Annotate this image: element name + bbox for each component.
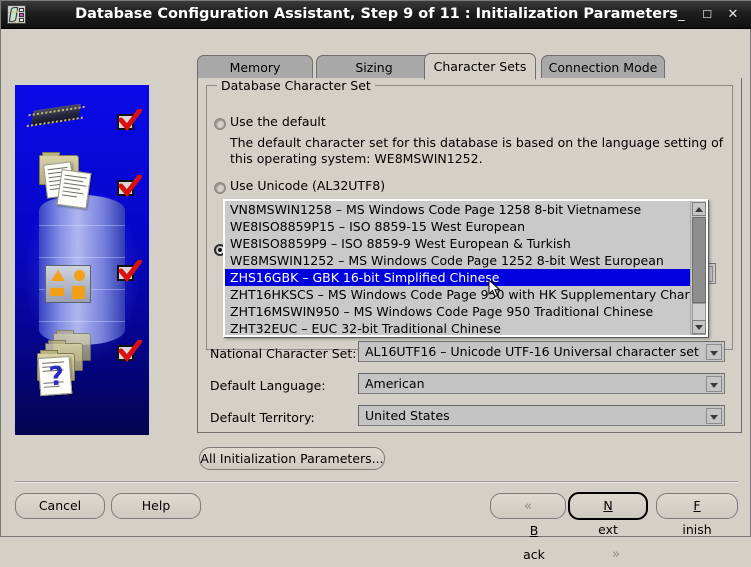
list-item[interactable]: WE8MSWIN1252 – MS Windows Code Page 1252… (225, 252, 690, 269)
document-question-icon: ? (37, 355, 73, 397)
finish-button-label: Finish (682, 498, 712, 537)
radio-label-use-default[interactable]: Use the default (230, 114, 326, 129)
list-item[interactable]: ZHT16HKSCS – MS Windows Code Page 950 wi… (225, 286, 690, 303)
wizard-illustration: ? (15, 85, 149, 435)
chevron-down-icon[interactable] (706, 376, 722, 392)
next-button[interactable]: Next » (568, 492, 648, 562)
default-language-combobox[interactable]: American (358, 373, 725, 394)
chevron-down-icon[interactable] (706, 344, 722, 360)
tab-sizing[interactable]: Sizing (316, 55, 432, 79)
step-checkmark (117, 109, 142, 132)
step-checkmark (117, 175, 142, 198)
document-icon (56, 169, 92, 209)
tab-character-sets[interactable]: Character Sets (424, 53, 536, 80)
list-item[interactable]: ZHT32EUC – EUC 32-bit Traditional Chines… (225, 320, 690, 335)
all-initialization-parameters-button[interactable]: All Initialization Parameters... (199, 447, 385, 470)
list-item-selected[interactable]: ZHS16GBK – GBK 16-bit Simplified Chinese (225, 269, 690, 286)
question-mark-glyph: ? (48, 361, 66, 393)
back-button-label: Back (523, 523, 545, 562)
dialog-window: Database Configuration Assistant, Step 9… (0, 0, 751, 562)
window-controls: _ ☐ ✕ (670, 1, 744, 28)
default-territory-combobox[interactable]: United States (358, 405, 725, 426)
group-title: Database Character Set (217, 78, 375, 93)
default-language-value: American (365, 376, 425, 391)
dropdown-scrollbar[interactable] (690, 201, 706, 335)
scroll-down-icon[interactable] (692, 320, 706, 334)
radio-use-default[interactable] (214, 118, 226, 130)
next-button-label: Next (598, 498, 618, 537)
finish-button[interactable]: Finish (656, 493, 738, 537)
help-button[interactable]: Help (111, 493, 201, 519)
title-bar: Database Configuration Assistant, Step 9… (1, 1, 751, 29)
chevron-left-icon: « (524, 499, 532, 514)
default-charset-description: The default character set for this datab… (230, 135, 724, 166)
list-item[interactable]: ZHT16MSWIN950 – MS Windows Code Page 950… (225, 303, 690, 320)
back-button[interactable]: « Back (490, 493, 566, 562)
memory-chip-icon (30, 103, 82, 127)
tab-bar: Memory Sizing Character Sets Connection … (197, 53, 742, 80)
step-checkmark (117, 340, 142, 363)
label-default-territory: Default Territory: (210, 410, 315, 425)
minimize-icon[interactable]: _ (670, 1, 692, 28)
mouse-cursor (488, 278, 502, 299)
tab-connection-mode[interactable]: Connection Mode (541, 55, 665, 79)
step-checkmark (117, 260, 142, 283)
close-icon[interactable]: ✕ (722, 1, 744, 28)
character-set-dropdown-list[interactable]: VN8MSWIN1258 – MS Windows Code Page 1258… (223, 199, 708, 337)
national-character-set-combobox[interactable]: AL16UTF16 – Unicode UTF-16 Universal cha… (358, 341, 725, 362)
chevron-down-icon[interactable] (706, 408, 722, 424)
scroll-up-icon[interactable] (692, 202, 706, 216)
default-territory-value: United States (365, 408, 450, 423)
dropdown-items[interactable]: VN8MSWIN1258 – MS Windows Code Page 1258… (225, 201, 690, 335)
radio-label-use-unicode[interactable]: Use Unicode (AL32UTF8) (230, 178, 385, 193)
national-character-set-value: AL16UTF16 – Unicode UTF-16 Universal cha… (365, 344, 699, 359)
radio-use-unicode[interactable] (214, 182, 226, 194)
window-title: Database Configuration Assistant, Step 9… (75, 6, 678, 22)
cancel-button[interactable]: Cancel (15, 493, 105, 519)
tab-memory[interactable]: Memory (197, 55, 313, 79)
label-default-language: Default Language: (210, 378, 326, 393)
label-national-character-set: National Character Set: (210, 346, 357, 361)
maximize-icon[interactable]: ☐ (696, 1, 718, 28)
scrollbar-thumb[interactable] (692, 217, 706, 303)
list-item[interactable]: VN8MSWIN1258 – MS Windows Code Page 1258… (225, 201, 690, 218)
chevron-right-icon: » (612, 547, 620, 562)
footer-divider (15, 481, 738, 483)
list-item[interactable]: WE8ISO8859P9 – ISO 8859-9 West European … (225, 235, 690, 252)
help-button-label: Help (141, 498, 171, 513)
list-item[interactable]: WE8ISO8859P15 – ISO 8859-15 West Europea… (225, 218, 690, 235)
schema-objects-icon (45, 265, 91, 303)
